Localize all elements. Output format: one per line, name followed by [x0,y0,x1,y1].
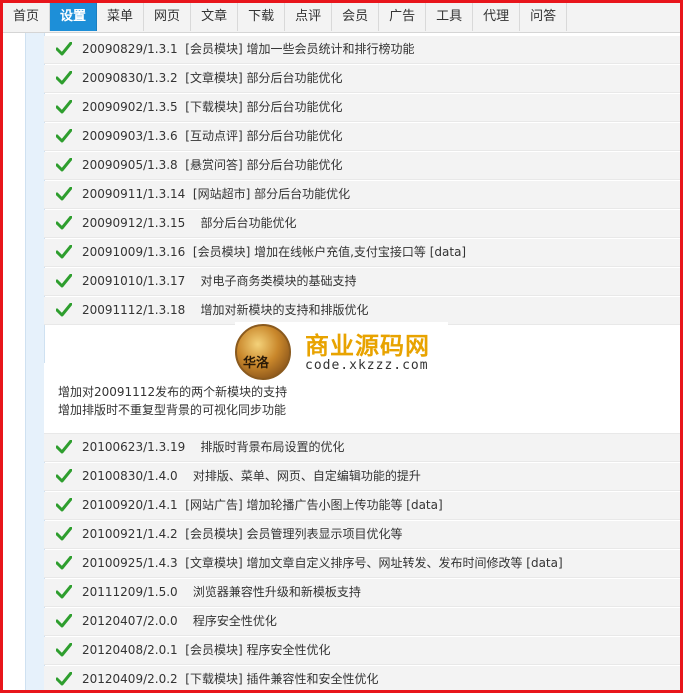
changelog-row: 20120409/2.0.2 [下载模块] 插件兼容性和安全性优化 [44,666,680,690]
check-icon [56,42,72,56]
changelog-entry-text: 20120407/2.0.0 程序安全性优化 [82,614,277,628]
check-icon [56,614,72,628]
check-icon [56,245,72,259]
tab-11[interactable]: 问答 [520,3,568,31]
note-line: 增加排版时不重复型背景的可视化同步功能 [58,403,287,417]
changelog-row: 20100920/1.4.1 [网站广告] 增加轮播广告小图上传功能等 [dat… [44,492,680,520]
changelog-row: 20090830/1.3.2 [文章模块] 部分后台功能优化 [44,65,680,93]
tab-6[interactable]: 点评 [285,3,333,31]
changelog-row: 20091009/1.3.16 [会员模块] 增加在线帐户充值,支付宝接口等 [… [44,239,680,267]
changelog-list-before: 20090829/1.3.1 [会员模块] 增加一些会员统计和排行榜功能 2009… [44,36,680,326]
check-icon [56,303,72,317]
changelog-row: 20100921/1.4.2 [会员模块] 会员管理列表显示项目优化等 [44,521,680,549]
check-icon [56,71,72,85]
left-accent-bar [25,33,45,690]
tab-2[interactable]: 菜单 [97,3,145,31]
tab-10[interactable]: 代理 [473,3,521,31]
changelog-entry-text: 20100921/1.4.2 [会员模块] 会员管理列表显示项目优化等 [82,527,403,541]
check-icon [56,158,72,172]
changelog-entry-text: 20090912/1.3.15 部分后台功能优化 [82,216,297,230]
check-icon [56,498,72,512]
check-icon [56,187,72,201]
changelog-row: 20090911/1.3.14 [网站超市] 部分后台功能优化 [44,181,680,209]
tab-8[interactable]: 广告 [379,3,427,31]
changelog-row: 20091010/1.3.17 对电子商务类模块的基础支持 [44,268,680,296]
changelog-entry-text: 20091009/1.3.16 [会员模块] 增加在线帐户充值,支付宝接口等 [… [82,245,467,259]
watermark-badge-text: 华洛 [243,356,270,371]
tab-3[interactable]: 网页 [144,3,192,31]
changelog-row: 20100925/1.4.3 [文章模块] 增加文章自定义排序号、网址转发、发布… [44,550,680,578]
check-icon [56,216,72,230]
watermark-url: code.xkzzz.com [305,358,429,373]
changelog-row: 20090902/1.3.5 [下载模块] 部分后台功能优化 [44,94,680,122]
check-icon [56,527,72,541]
check-icon [56,672,72,686]
changelog-row: 20091112/1.3.18 增加对新模块的支持和排版优化 [44,297,680,325]
changelog-entry-text: 20091112/1.3.18 增加对新模块的支持和排版优化 [82,303,369,317]
check-icon [56,274,72,288]
changelog-row: 20090829/1.3.1 [会员模块] 增加一些会员统计和排行榜功能 [44,36,680,64]
changelog-list-after: 20100623/1.3.19 排版时背景布局设置的优化 20100830/1.4… [44,434,680,690]
tab-7[interactable]: 会员 [332,3,380,31]
changelog-entry-text: 20090902/1.3.5 [下载模块] 部分后台功能优化 [82,100,343,114]
changelog-entry-text: 20090911/1.3.14 [网站超市] 部分后台功能优化 [82,187,351,201]
changelog-entry-text: 20090830/1.3.2 [文章模块] 部分后台功能优化 [82,71,343,85]
top-tab-bar: 首页 设置 菜单 网页 文章 下载 点评 会员 广告 工具 代理 问答 [3,3,680,33]
changelog-entry-text: 20120409/2.0.2 [下载模块] 插件兼容性和安全性优化 [82,672,379,686]
changelog-entry-text: 20111209/1.5.0 浏览器兼容性升级和新模板支持 [82,585,361,599]
changelog-row: 20090905/1.3.8 [悬赏问答] 部分后台功能优化 [44,152,680,180]
note-line: 增加对20091112发布的两个新模块的支持 [58,385,288,399]
tab-0[interactable]: 首页 [3,3,51,31]
changelog-row: 20111209/1.5.0 浏览器兼容性升级和新模板支持 [44,579,680,607]
changelog-row: 20090912/1.3.15 部分后台功能优化 [44,210,680,238]
watermark-logo: 华洛 商业源码网 code.xkzzz.com [235,322,448,382]
changelog-entry-text: 20100925/1.4.3 [文章模块] 增加文章自定义排序号、网址转发、发布… [82,556,563,570]
check-icon [56,585,72,599]
check-icon [56,129,72,143]
tab-4[interactable]: 文章 [191,3,239,31]
changelog-entry-text: 20100920/1.4.1 [网站广告] 增加轮播广告小图上传功能等 [dat… [82,498,443,512]
changelog-entry-text: 20120408/2.0.1 [会员模块] 程序安全性优化 [82,643,331,657]
changelog-entry-text: 20100830/1.4.0 对排版、菜单、网页、自定编辑功能的提升 [82,469,421,483]
tab-5[interactable]: 下载 [238,3,286,31]
check-icon [56,643,72,657]
changelog-row: 20120408/2.0.1 [会员模块] 程序安全性优化 [44,637,680,665]
check-icon [56,469,72,483]
changelog-row: 20120407/2.0.0 程序安全性优化 [44,608,680,636]
changelog-row: 20100830/1.4.0 对排版、菜单、网页、自定编辑功能的提升 [44,463,680,491]
check-icon [56,556,72,570]
check-icon [56,440,72,454]
changelog-row: 20090903/1.3.6 [互动点评] 部分后台功能优化 [44,123,680,151]
tab-9[interactable]: 工具 [426,3,474,31]
changelog-entry-text: 20100623/1.3.19 排版时背景布局设置的优化 [82,440,345,454]
changelog-entry-text: 20090903/1.3.6 [互动点评] 部分后台功能优化 [82,129,343,143]
changelog-row: 20100623/1.3.19 排版时背景布局设置的优化 [44,434,680,462]
watermark-title: 商业源码网 [305,332,430,360]
changelog-entry-text: 20090829/1.3.1 [会员模块] 增加一些会员统计和排行榜功能 [82,42,415,56]
changelog-entry-text: 20091010/1.3.17 对电子商务类模块的基础支持 [82,274,357,288]
tab-1[interactable]: 设置 [50,3,98,31]
check-icon [56,100,72,114]
changelog-entry-text: 20090905/1.3.8 [悬赏问答] 部分后台功能优化 [82,158,343,172]
